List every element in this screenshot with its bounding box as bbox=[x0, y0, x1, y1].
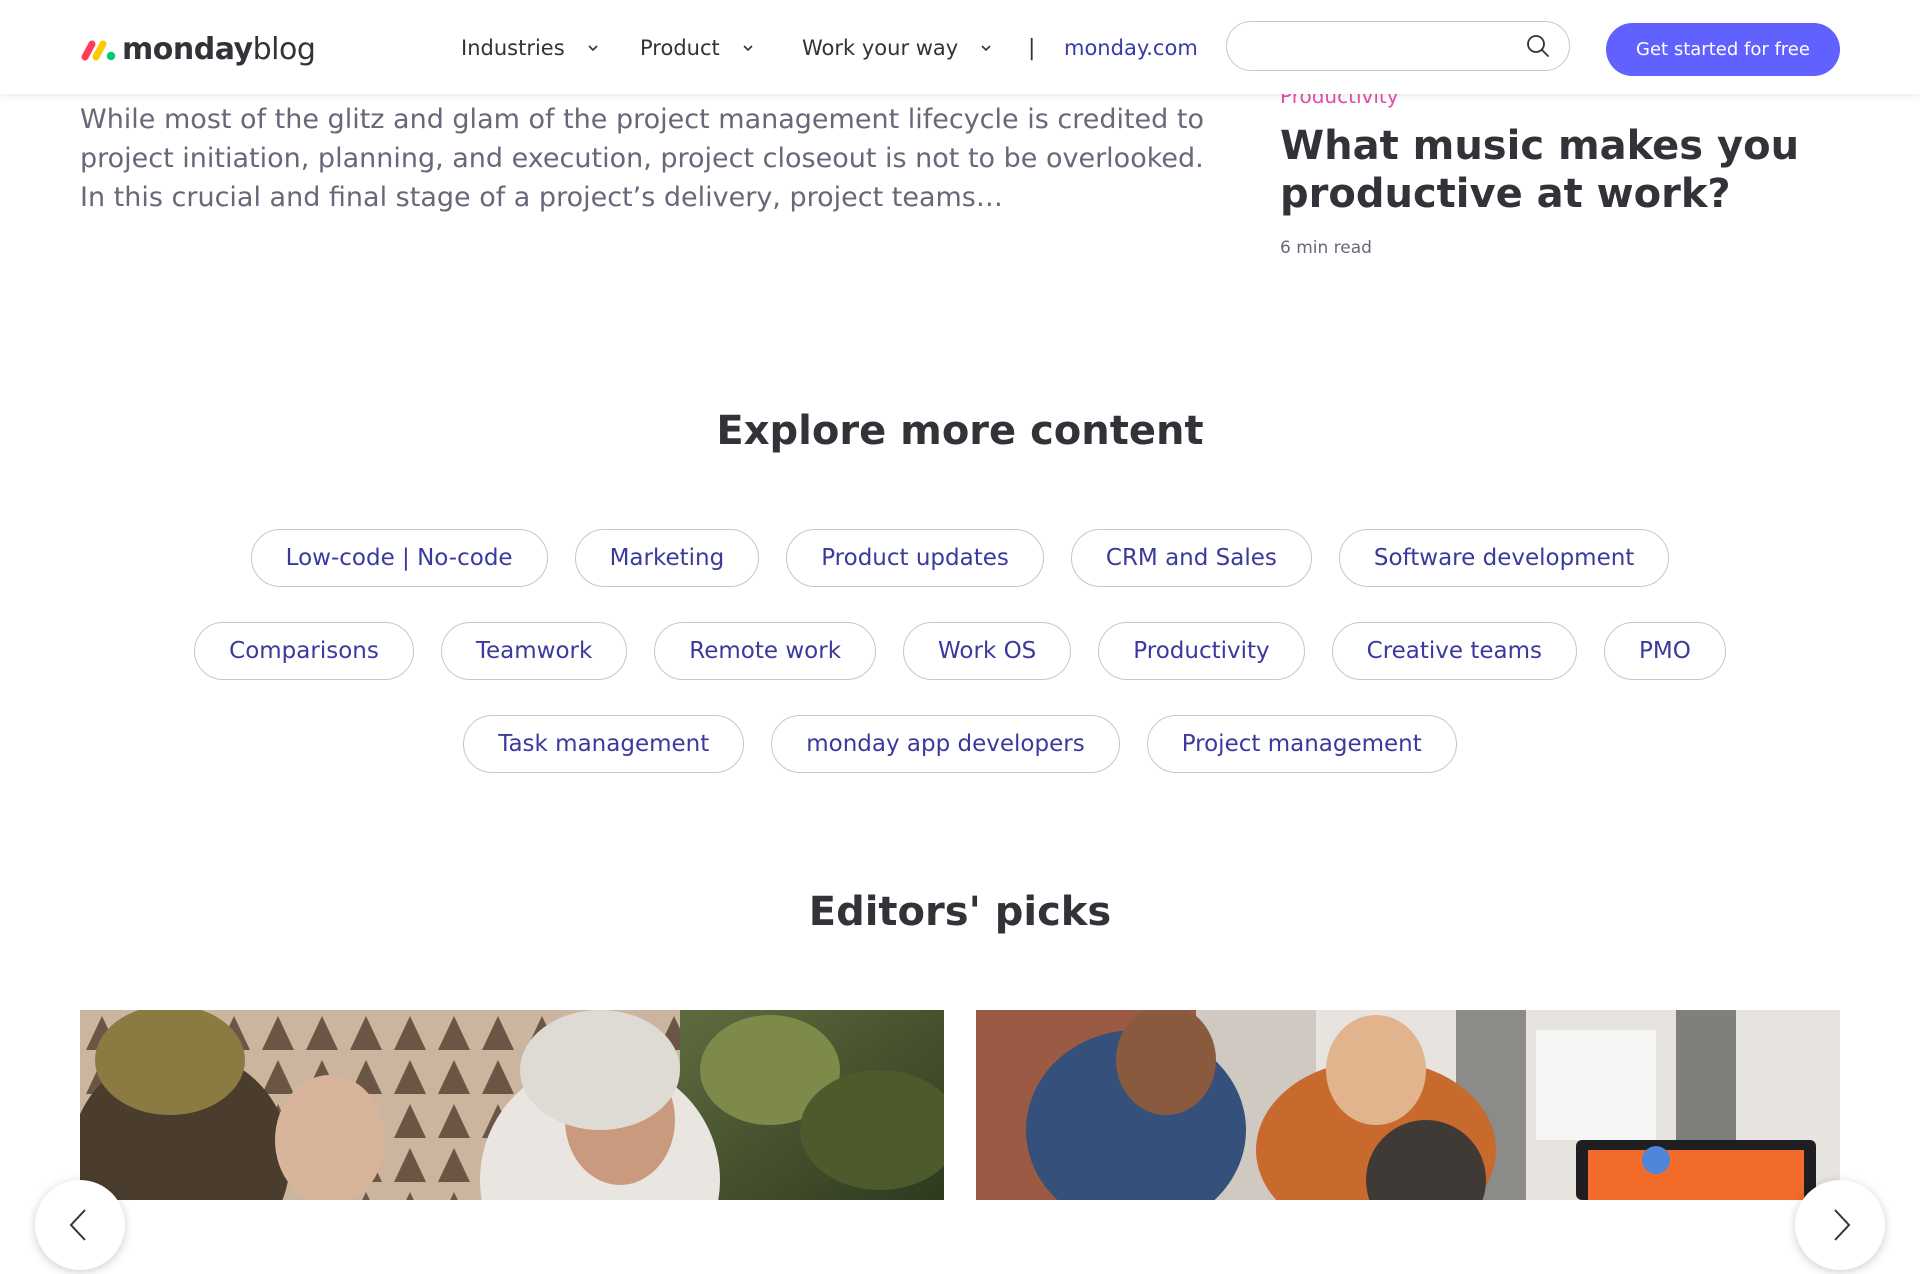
tag-product-updates[interactable]: Product updates bbox=[786, 529, 1044, 587]
tag-row-1: Low-code | No-code Marketing Product upd… bbox=[0, 529, 1920, 587]
chevron-down-icon bbox=[981, 45, 991, 52]
tag-row-3: Task management monday app developers Pr… bbox=[0, 715, 1920, 773]
monday-com-link[interactable]: monday.com bbox=[1064, 36, 1198, 60]
tag-creative-teams[interactable]: Creative teams bbox=[1331, 622, 1578, 680]
nav-separator: | bbox=[1028, 35, 1036, 61]
carousel-next-button[interactable] bbox=[1795, 1180, 1885, 1270]
chevron-down-icon bbox=[588, 45, 598, 52]
nav-product-label: Product bbox=[640, 36, 720, 60]
tag-teamwork[interactable]: Teamwork bbox=[440, 622, 628, 680]
tag-row-2: Comparisons Teamwork Remote work Work OS… bbox=[0, 622, 1920, 680]
nav-work-your-way[interactable]: Work your way bbox=[802, 36, 992, 60]
nav-product[interactable]: Product bbox=[640, 36, 754, 60]
chevron-down-icon bbox=[743, 45, 753, 52]
tag-work-os[interactable]: Work OS bbox=[903, 622, 1072, 680]
editors-picks-title: Editors' picks bbox=[808, 889, 1112, 935]
tag-monday-app-developers[interactable]: monday app developers bbox=[771, 715, 1120, 773]
article-excerpt: While most of the glitz and glam of the … bbox=[80, 104, 1204, 213]
tag-project-management[interactable]: Project management bbox=[1146, 715, 1457, 773]
site-header: mondayblog Industries Product Work your … bbox=[0, 0, 1920, 94]
side-article-title[interactable]: What music makes you productive at work? bbox=[1280, 122, 1880, 218]
arrow-right-icon bbox=[1834, 1209, 1851, 1241]
editors-pick-image-2 bbox=[976, 1010, 1840, 1200]
tag-marketing[interactable]: Marketing bbox=[574, 529, 760, 587]
editors-pick-card-2[interactable] bbox=[976, 1010, 1840, 1200]
search-box[interactable] bbox=[1226, 21, 1570, 72]
search-icon[interactable] bbox=[1525, 33, 1551, 59]
editors-pick-card-1[interactable] bbox=[80, 1010, 944, 1200]
tag-productivity[interactable]: Productivity bbox=[1098, 622, 1305, 680]
tag-crm-and-sales[interactable]: CRM and Sales bbox=[1070, 529, 1312, 587]
carousel-prev-button[interactable] bbox=[35, 1180, 125, 1270]
tag-task-management[interactable]: Task management bbox=[463, 715, 745, 773]
get-started-button[interactable]: Get started for free bbox=[1606, 23, 1840, 76]
tag-low-code-no-code[interactable]: Low-code | No-code bbox=[250, 529, 548, 587]
arrow-left-icon bbox=[69, 1209, 86, 1241]
nav-industries-label: Industries bbox=[461, 36, 565, 60]
nav-work-your-way-label: Work your way bbox=[802, 36, 959, 60]
explore-section-title: Explore more content bbox=[716, 408, 1204, 454]
tag-pmo[interactable]: PMO bbox=[1604, 622, 1726, 680]
tag-software-development[interactable]: Software development bbox=[1338, 529, 1670, 587]
search-input[interactable] bbox=[1247, 22, 1521, 72]
tag-comparisons[interactable]: Comparisons bbox=[194, 622, 414, 680]
editors-pick-image-1 bbox=[80, 1010, 944, 1200]
side-article-read-time: 6 min read bbox=[1280, 238, 1372, 258]
nav-industries[interactable]: Industries bbox=[461, 36, 599, 60]
tag-remote-work[interactable]: Remote work bbox=[654, 622, 877, 680]
